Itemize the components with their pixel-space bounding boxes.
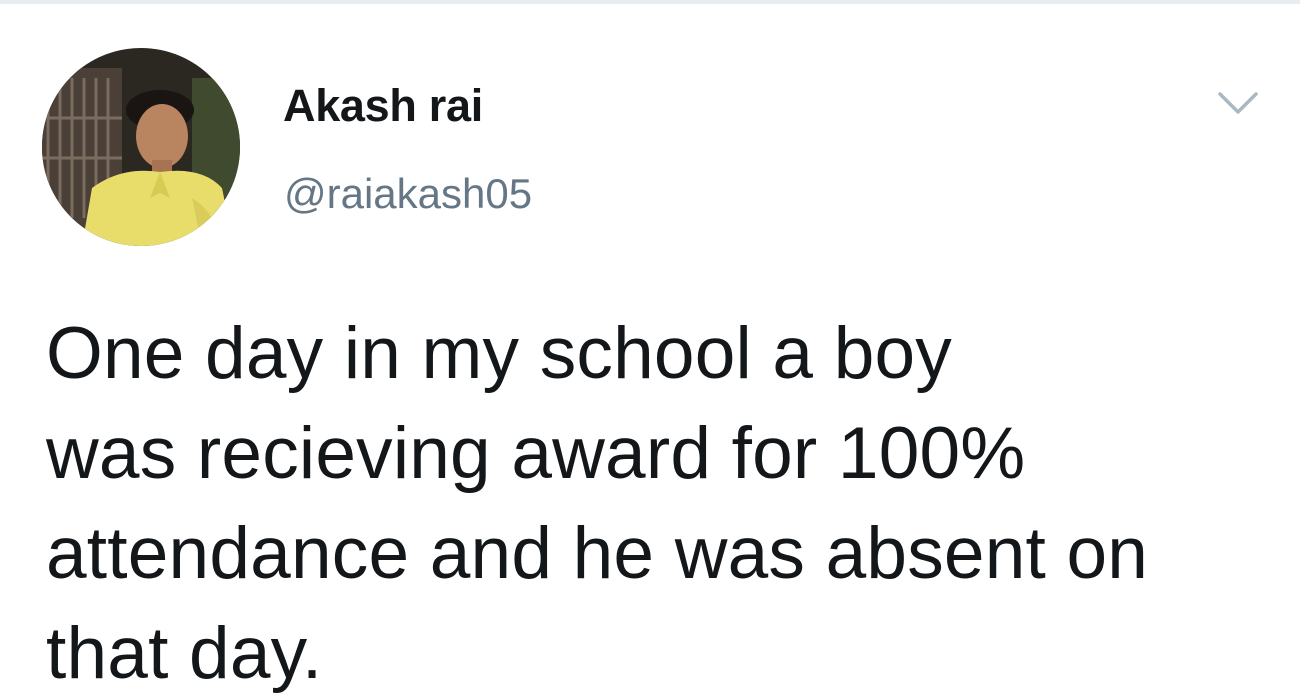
tweet-text-line: One day in my school a boy bbox=[46, 313, 953, 394]
tweet-card: Akash rai @raiakash05 One day in my scho… bbox=[0, 4, 1300, 699]
author-avatar[interactable] bbox=[42, 48, 240, 246]
chevron-down-icon[interactable] bbox=[1216, 88, 1260, 118]
avatar-photo bbox=[42, 48, 240, 246]
tweet-text: One day in my school a boy was recieving… bbox=[46, 304, 1276, 699]
tweet-text-line: that day. bbox=[46, 613, 323, 694]
author-display-name[interactable]: Akash rai bbox=[283, 80, 483, 132]
tweet-text-line: was recieving award for 100% bbox=[46, 413, 1026, 494]
author-handle[interactable]: @raiakash05 bbox=[284, 170, 532, 218]
tweet-text-line: attendance and he was absent on bbox=[46, 513, 1149, 594]
